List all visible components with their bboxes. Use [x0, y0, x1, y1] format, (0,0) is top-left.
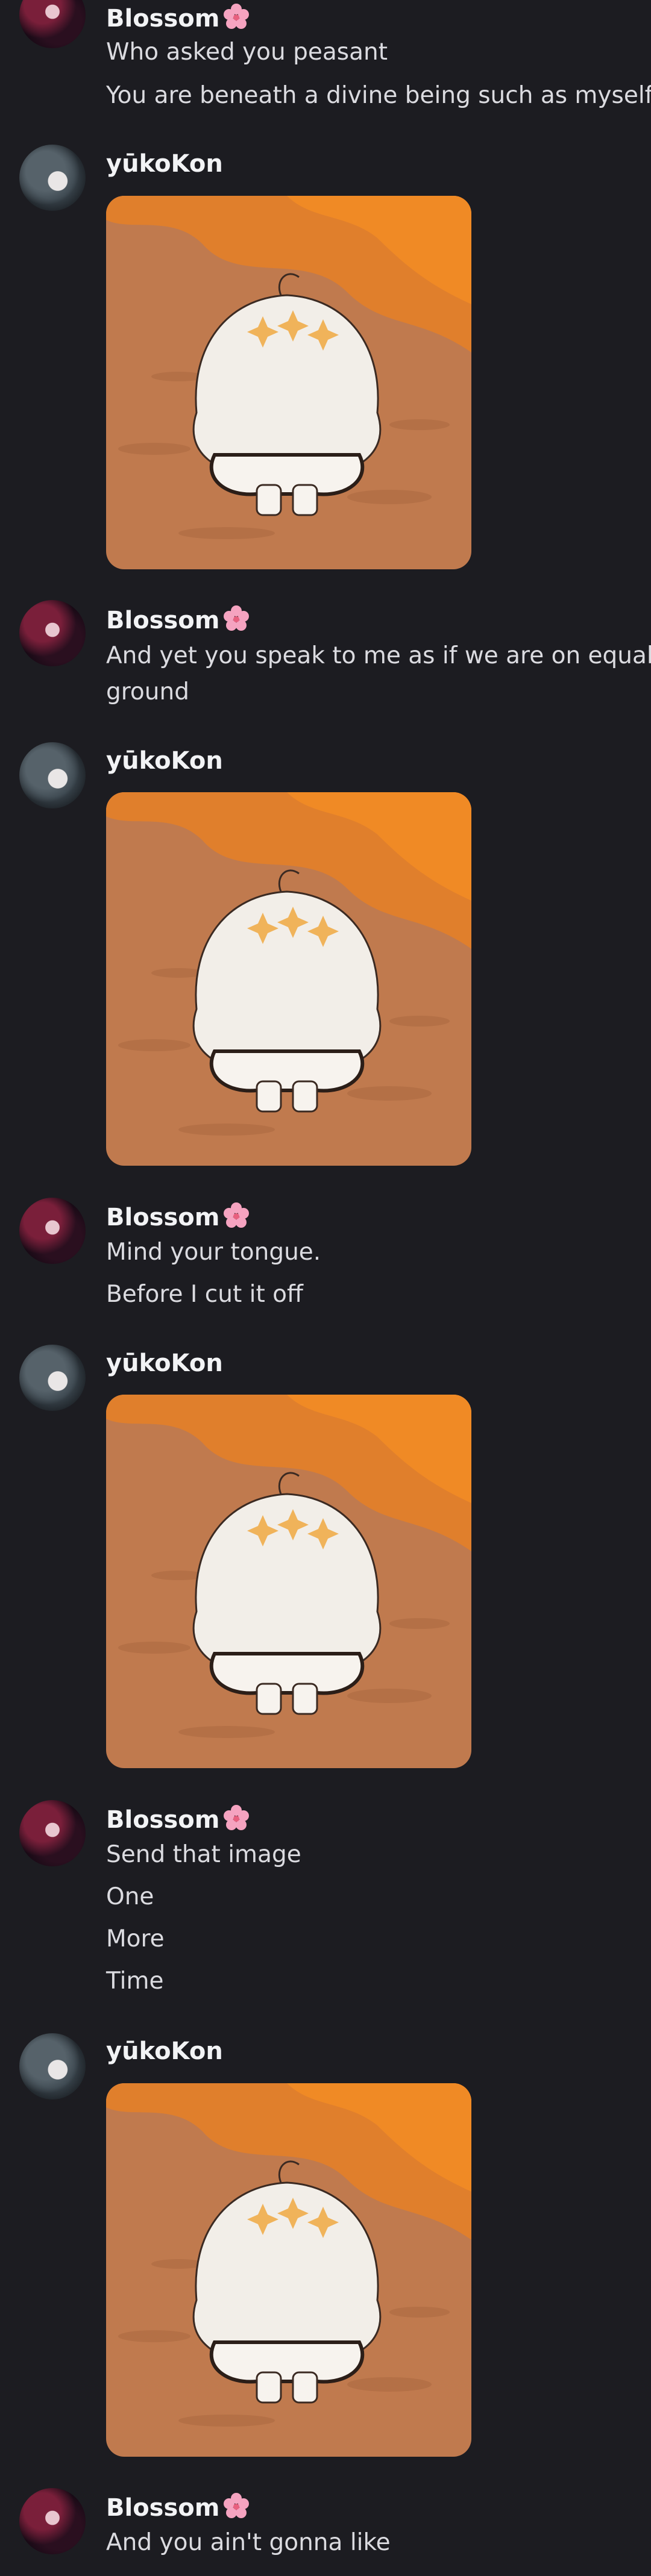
chibi-character-image — [106, 2083, 471, 2457]
message-text: Time — [106, 1968, 164, 1995]
message-text: You are beneath a divine being such as m… — [106, 82, 651, 109]
flower-icon — [222, 604, 251, 633]
image-attachment[interactable] — [106, 792, 471, 1166]
chibi-character-image — [106, 1395, 471, 1768]
avatar[interactable] — [19, 0, 86, 48]
message-text: And you ain't gonna like — [106, 2529, 391, 2556]
image-attachment[interactable] — [106, 1395, 471, 1768]
username[interactable]: Blossom — [106, 1201, 251, 1233]
message-text: And yet you speak to me as if we are on … — [106, 642, 651, 669]
message-text: ground — [106, 678, 189, 705]
avatar[interactable] — [19, 2033, 86, 2099]
avatar[interactable] — [19, 145, 86, 211]
flower-icon — [222, 1804, 251, 1833]
username[interactable]: Blossom — [106, 2492, 251, 2523]
message-text: Mind your tongue. — [106, 1239, 321, 1266]
username[interactable]: Blossom — [106, 1804, 251, 1835]
message-text: One — [106, 1883, 154, 1910]
avatar[interactable] — [19, 600, 86, 666]
avatar[interactable] — [19, 2488, 86, 2554]
flower-icon — [222, 2492, 251, 2521]
message-text: More — [106, 1925, 165, 1952]
flower-icon — [222, 2, 251, 31]
message-text: Who asked you peasant — [106, 39, 388, 66]
flower-icon — [222, 1201, 251, 1230]
image-attachment[interactable] — [106, 2083, 471, 2457]
username[interactable]: Blossom — [106, 2, 251, 34]
chibi-character-image — [106, 196, 471, 569]
username[interactable]: Blossom — [106, 604, 251, 636]
username[interactable]: yūkoKon — [106, 1348, 223, 1378]
message-text: Send that image — [106, 1841, 301, 1868]
avatar[interactable] — [19, 1345, 86, 1411]
avatar[interactable] — [19, 1198, 86, 1264]
avatar[interactable] — [19, 742, 86, 808]
chibi-character-image — [106, 792, 471, 1166]
username[interactable]: yūkoKon — [106, 746, 223, 776]
username[interactable]: yūkoKon — [106, 149, 223, 179]
avatar[interactable] — [19, 1800, 86, 1866]
username[interactable]: yūkoKon — [106, 2036, 223, 2066]
message-text: Before I cut it off — [106, 1281, 303, 1308]
image-attachment[interactable] — [106, 196, 471, 569]
